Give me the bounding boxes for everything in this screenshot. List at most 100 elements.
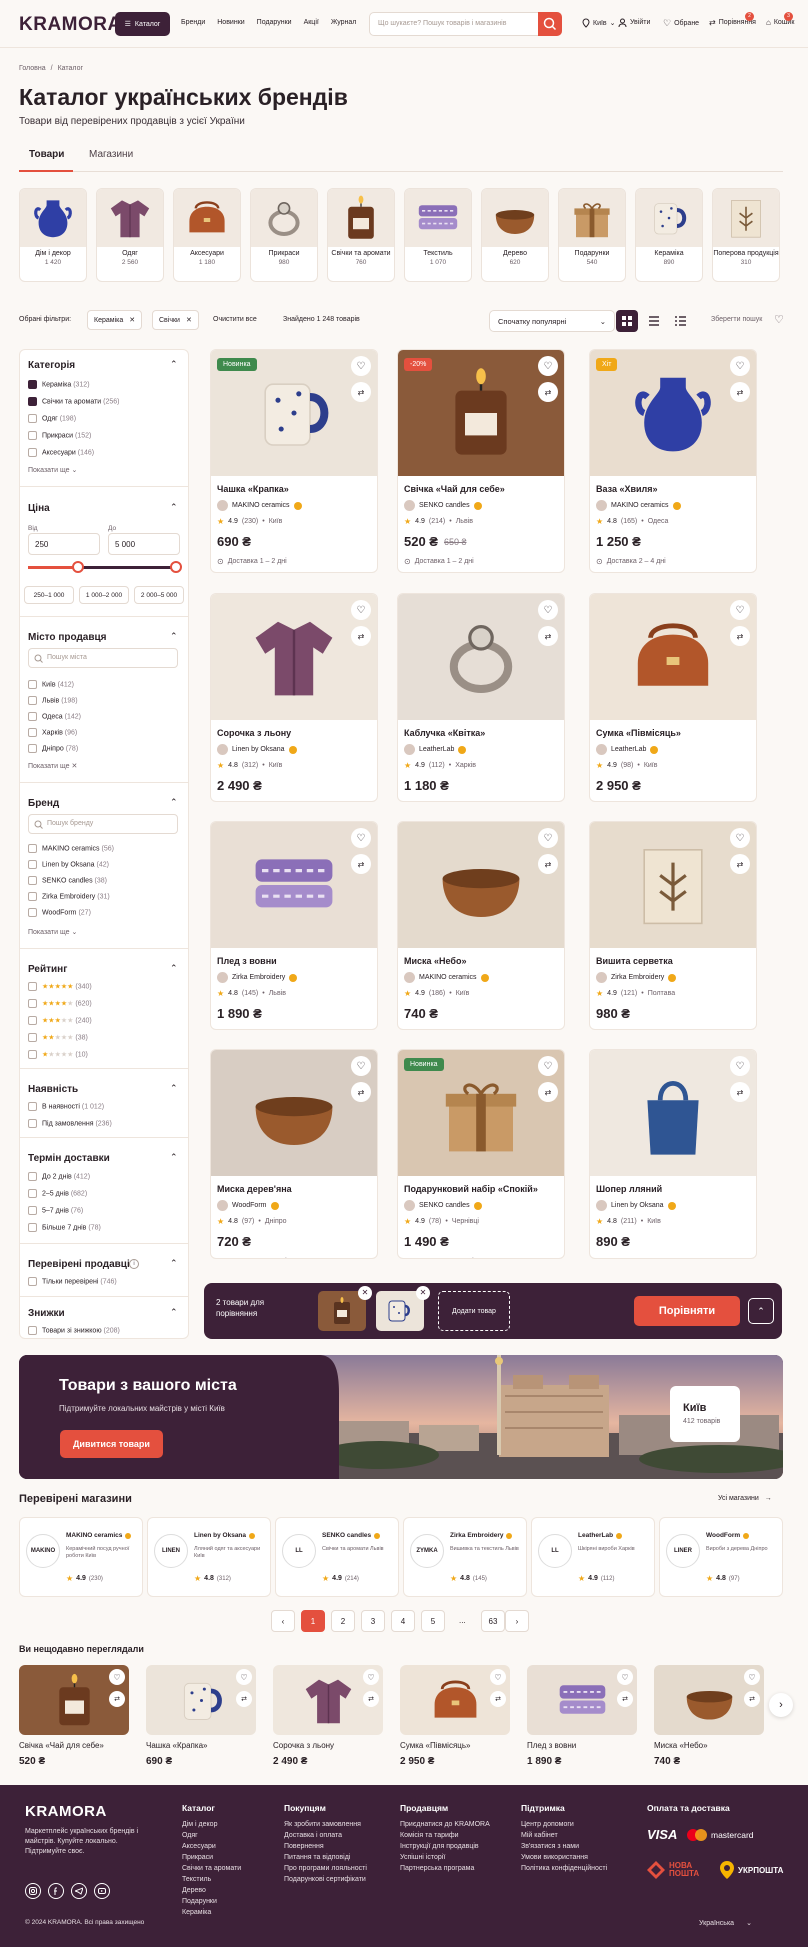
recent-item-image[interactable]: ♡ ⇄ — [400, 1665, 510, 1735]
filter-option[interactable]: До 2 днів (412) — [28, 1172, 90, 1181]
favorite-button[interactable]: ♡ — [351, 828, 371, 848]
product-title[interactable]: Ваза «Хвиля» — [596, 484, 756, 494]
filter-option[interactable]: Львів (198) — [28, 696, 78, 705]
favorite-button[interactable]: ♡ — [538, 828, 558, 848]
tab-products[interactable]: Товари — [29, 149, 64, 160]
filter-option[interactable]: MAKINO ceramics (56) — [28, 844, 114, 853]
product-title[interactable]: Вишита серветка — [596, 956, 756, 966]
category-tile[interactable]: Текстиль 1 070 — [404, 188, 472, 282]
filter-option[interactable]: Zirka Embroidery (31) — [28, 892, 110, 901]
nav-journal[interactable]: Журнал — [331, 19, 357, 26]
price-preset-button[interactable]: 2 000–5 000 — [134, 586, 184, 604]
compare-toggle-button[interactable]: ⇄ — [351, 382, 371, 402]
product-seller[interactable]: MAKINO ceramics — [596, 500, 756, 511]
category-tile[interactable]: Поперова продукція 310 — [712, 188, 780, 282]
chevron-up-icon[interactable]: ⌃ — [170, 1083, 178, 1094]
recent-item[interactable]: ♡ ⇄ Сорочка з льону 2 490 ₴ — [273, 1665, 383, 1769]
product-seller[interactable]: SENKO candles — [404, 500, 564, 511]
checkbox[interactable] — [28, 1277, 37, 1286]
checkbox[interactable] — [28, 397, 37, 406]
shop-name[interactable]: MAKINO ceramics — [66, 1532, 132, 1539]
checkbox[interactable] — [28, 1102, 37, 1111]
product-seller[interactable]: Zirka Embroidery — [217, 972, 377, 983]
favorite-button[interactable]: ♡ — [351, 1056, 371, 1076]
checkbox[interactable] — [28, 1016, 37, 1025]
recent-item[interactable]: ♡ ⇄ Плед з вовни 1 890 ₴ — [527, 1665, 637, 1769]
heart-icon[interactable]: ♡ — [774, 313, 784, 326]
price-from-input[interactable]: 250 — [28, 533, 100, 555]
category-tile[interactable]: Свічки та аромати 760 — [327, 188, 395, 282]
info-icon[interactable]: i — [129, 1259, 139, 1269]
category-tile[interactable]: Аксесуари 1 180 — [173, 188, 241, 282]
filter-option[interactable]: Прикраси (152) — [28, 431, 91, 440]
category-tile[interactable]: Одяг 2 560 — [96, 188, 164, 282]
search-button[interactable] — [538, 12, 562, 36]
footer-link[interactable]: Дерево — [182, 1887, 241, 1894]
checkbox[interactable] — [28, 448, 37, 457]
page-button[interactable]: 5 — [421, 1610, 445, 1632]
filter-option[interactable]: Одяг (198) — [28, 414, 76, 423]
product-title[interactable]: Сорочка з льону — [217, 728, 377, 738]
recent-item-image[interactable]: ♡ ⇄ — [19, 1665, 129, 1735]
instagram-icon[interactable] — [25, 1883, 41, 1899]
product-image[interactable]: ♡ ⇄ — [211, 1050, 377, 1176]
footer-link[interactable]: Свічки та аромати — [182, 1865, 241, 1872]
product-image[interactable]: ♡ ⇄ — [398, 594, 564, 720]
chevron-up-icon[interactable]: ⌃ — [170, 359, 178, 370]
product-card[interactable]: ♡ ⇄ Плед з вовни Zirka Embroidery ★ 4.8 (145) •… — [210, 821, 378, 1030]
footer-link[interactable]: Приєднатися до KRAMORA — [400, 1821, 490, 1828]
checkbox[interactable] — [28, 712, 37, 721]
language-select[interactable]: Українська ⌄ — [699, 1919, 752, 1928]
brand-search-input[interactable]: Пошук бренду — [28, 814, 178, 834]
compare-toggle-button[interactable]: ⇄ — [744, 1691, 760, 1707]
prev-page-button[interactable]: ‹ — [271, 1610, 295, 1632]
shop-name[interactable]: Linen by Oksana — [194, 1532, 256, 1539]
footer-link[interactable]: Партнерська програма — [400, 1865, 490, 1872]
youtube-icon[interactable] — [94, 1883, 110, 1899]
sort-select[interactable]: Спочатку популярні ⌄ — [489, 310, 615, 332]
checkbox[interactable] — [28, 844, 37, 853]
compare-toggle-button[interactable]: ⇄ — [617, 1691, 633, 1707]
compare-toggle-button[interactable]: ⇄ — [236, 1691, 252, 1707]
city-search-input[interactable]: Пошук міста — [28, 648, 178, 668]
rating-option[interactable]: ★★★★★ (620) — [28, 999, 92, 1008]
shop-card[interactable]: LL LeatherLab Шкіряні вироби Харків ★ 4.9 (11… — [531, 1517, 655, 1597]
footer-link[interactable]: Мій кабінет — [521, 1832, 607, 1839]
page-button[interactable]: 2 — [331, 1610, 355, 1632]
remove-compare-button[interactable]: ✕ — [416, 1286, 430, 1300]
product-title[interactable]: Шопер лляний — [596, 1184, 756, 1194]
footer-link[interactable]: Зв'язатися з нами — [521, 1843, 607, 1850]
filter-chip[interactable]: Свічки ✕ — [152, 310, 199, 330]
price-slider-max-handle[interactable] — [170, 561, 182, 573]
rating-option[interactable]: ★★★★★ (340) — [28, 982, 92, 991]
checkbox[interactable] — [28, 892, 37, 901]
filter-option[interactable]: 2–5 днів (682) — [28, 1189, 87, 1198]
checkbox[interactable] — [28, 1119, 37, 1128]
recent-item[interactable]: ♡ ⇄ Сумка «Півмісяць» 2 950 ₴ — [400, 1665, 510, 1769]
clear-filters-link[interactable]: Очистити все — [213, 316, 257, 323]
footer-link[interactable]: Центр допомоги — [521, 1821, 607, 1828]
favorite-button[interactable]: ♡ — [730, 1056, 750, 1076]
favorite-button[interactable]: ♡ — [351, 600, 371, 620]
page-button[interactable]: 4 — [391, 1610, 415, 1632]
nav-gifts[interactable]: Подарунки — [257, 19, 292, 26]
chevron-up-icon[interactable]: ⌃ — [170, 963, 178, 974]
product-title[interactable]: Плед з вовни — [217, 956, 377, 966]
checkbox[interactable] — [28, 1189, 37, 1198]
filter-option[interactable]: 5–7 днів (76) — [28, 1206, 83, 1215]
favorite-button[interactable]: ♡ — [730, 356, 750, 376]
category-tile[interactable]: Подарунки 540 — [558, 188, 626, 282]
filter-option[interactable]: SENKO candles (38) — [28, 876, 107, 885]
checkbox[interactable] — [28, 431, 37, 440]
page-button[interactable]: 63 — [481, 1610, 505, 1632]
product-card[interactable]: Хіт ♡ ⇄ Ваза «Хвиля» MAKINO ceramics ★ 4.8 (165… — [589, 349, 757, 573]
product-card[interactable]: ♡ ⇄ Миска дерев'яна WoodForm ★ 4.8 (97) • Дніпро… — [210, 1049, 378, 1259]
price-preset-button[interactable]: 250–1 000 — [24, 586, 74, 604]
filter-option[interactable]: Харків (96) — [28, 728, 77, 737]
filter-option[interactable]: Свічки та аромати (256) — [28, 397, 120, 406]
chevron-up-icon[interactable]: ⌃ — [170, 1258, 178, 1269]
footer-link[interactable]: Прикраси — [182, 1854, 241, 1861]
page-button[interactable]: 1 — [301, 1610, 325, 1632]
footer-link[interactable]: Повернення — [284, 1843, 367, 1850]
product-title[interactable]: Сумка «Півмісяць» — [596, 728, 756, 738]
